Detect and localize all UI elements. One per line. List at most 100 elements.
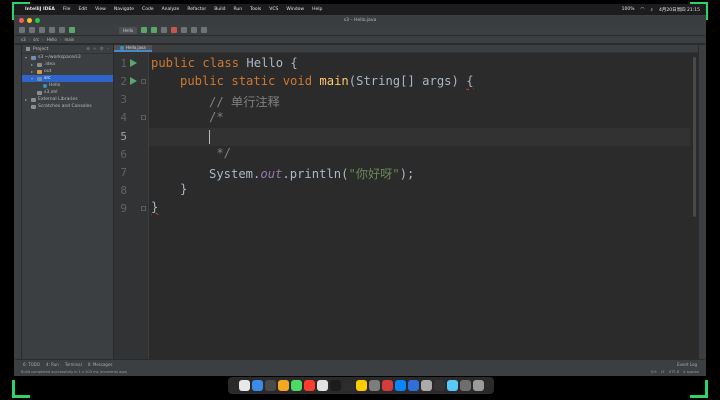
tree-item[interactable]: Scratches and Consoles (22, 103, 113, 110)
todo-tool-button[interactable]: 6: TODO (23, 362, 40, 367)
dock-app-icon[interactable] (446, 380, 458, 391)
menu-view[interactable]: View (95, 7, 106, 12)
run-main-icon[interactable] (130, 77, 137, 85)
save-icon[interactable] (29, 27, 35, 33)
terminal-tool-button[interactable]: Terminal (65, 362, 82, 367)
dock-app-icon[interactable] (368, 380, 380, 391)
menu-bar: IntelliJ IDEA File Edit View Navigate Co… (14, 4, 706, 15)
tab-hello-java[interactable]: Hello.java (114, 45, 152, 52)
structure-icon[interactable] (191, 27, 198, 33)
tree-item[interactable]: ▸ .idea (22, 61, 113, 68)
menu-build[interactable]: Build (214, 7, 225, 12)
clock[interactable]: 4月20日周四 21:15 (659, 7, 700, 13)
dock-app-icon[interactable] (329, 380, 341, 391)
chevron-icon[interactable]: ▾ (25, 55, 29, 60)
chevron-icon[interactable]: ▸ (31, 69, 35, 74)
tree-item[interactable]: ▸ External Libraries (22, 96, 113, 103)
breadcrumb-project[interactable]: s3 (21, 37, 26, 42)
menu-refactor[interactable]: Refactor (187, 7, 206, 12)
code-area[interactable]: 1 2 3 4 5 6 7 8 9 public class Hello { p… (114, 53, 698, 359)
dock-app-icon[interactable] (290, 380, 302, 391)
folder-icon (31, 97, 36, 102)
menu-navigate[interactable]: Navigate (114, 7, 134, 12)
menu-analyze[interactable]: Analyze (162, 7, 180, 12)
tree-item[interactable]: Hello (22, 82, 113, 89)
run-config-select[interactable]: Hello (119, 26, 138, 34)
coverage-icon[interactable] (161, 27, 168, 33)
back-icon[interactable] (49, 27, 55, 33)
menu-code[interactable]: Code (142, 7, 154, 12)
messages-tool-button[interactable]: 0: Messages (88, 362, 113, 367)
project-panel-title[interactable]: Project (33, 47, 48, 52)
dock-app-icon[interactable] (472, 380, 484, 391)
file-encoding[interactable]: UTF-8 (669, 370, 679, 374)
tree-item[interactable]: ▸ out (22, 68, 113, 75)
dock-app-icon[interactable] (381, 380, 393, 391)
chevron-icon[interactable]: ▾ (31, 76, 35, 81)
refresh-icon[interactable] (39, 27, 45, 33)
tree-item[interactable]: ▾ src (22, 75, 113, 82)
locate-icon[interactable]: ⊕ (86, 47, 90, 52)
search-everywhere-icon[interactable] (201, 27, 208, 33)
fold-icon[interactable] (141, 115, 146, 120)
event-log-button[interactable]: Event Log (677, 362, 697, 367)
breadcrumb-src[interactable]: src (33, 37, 39, 42)
dock-app-icon[interactable] (264, 380, 276, 391)
fold-icon[interactable] (141, 79, 146, 84)
dock-app-icon[interactable] (420, 380, 432, 391)
dock-app-icon[interactable] (277, 380, 289, 391)
forward-icon[interactable] (59, 27, 65, 33)
tree-item-label: out (44, 69, 52, 74)
tree-item[interactable]: ▾ s3 ~/workspace/s3 (22, 54, 113, 61)
fold-icon[interactable] (141, 206, 146, 211)
battery-status[interactable]: 100% (622, 7, 635, 12)
file-icon (37, 90, 42, 95)
dock-app-icon[interactable] (238, 380, 250, 391)
breadcrumb-class[interactable]: Hello (47, 37, 57, 42)
folder-icon (31, 104, 36, 109)
project-panel: Project ⊕ ÷ ⚙ – ▾ s3 ~/workspace/s3 ▸ .idea… (22, 45, 114, 359)
collapse-icon[interactable]: ÷ (93, 47, 97, 52)
wifi-icon[interactable]: ◠ (641, 7, 645, 12)
dock-app-icon[interactable] (407, 380, 419, 391)
settings-icon[interactable] (181, 27, 188, 33)
dock-app-icon[interactable] (459, 380, 471, 391)
right-tool-strip[interactable] (698, 45, 705, 359)
stop-icon[interactable] (171, 27, 178, 33)
menu-edit[interactable]: Edit (78, 7, 87, 12)
menu-vcs[interactable]: VCS (269, 7, 278, 12)
caret-position[interactable]: 5:9 (651, 370, 657, 374)
left-tool-strip[interactable] (15, 45, 22, 359)
indent-setting[interactable]: 4 spaces (683, 370, 699, 374)
java-class-icon (43, 83, 47, 88)
dock-app-icon[interactable] (433, 380, 445, 391)
run-tool-button[interactable]: 4: Run (46, 362, 59, 367)
tree-item[interactable]: s3.iml (22, 89, 113, 96)
search-icon[interactable]: ⌕ (650, 7, 653, 13)
run-class-icon[interactable] (130, 59, 137, 67)
dock-app-icon[interactable] (303, 380, 315, 391)
hide-icon[interactable]: – (107, 47, 109, 52)
menu-window[interactable]: Window (286, 7, 304, 12)
chevron-icon[interactable]: ▸ (25, 97, 29, 102)
chevron-icon[interactable]: ▸ (31, 62, 35, 67)
open-folder-icon[interactable] (19, 27, 25, 33)
editor-scrollbar[interactable] (693, 57, 696, 217)
run-icon[interactable] (141, 27, 148, 33)
dock-app-icon[interactable] (251, 380, 263, 391)
debug-icon[interactable] (151, 27, 158, 33)
menu-file[interactable]: File (63, 7, 71, 12)
build-icon[interactable] (69, 27, 75, 33)
line-separator[interactable]: LF (661, 370, 665, 374)
dock-app-icon[interactable] (342, 380, 354, 391)
menu-help[interactable]: Help (312, 7, 322, 12)
gear-icon[interactable]: ⚙ (100, 47, 104, 52)
menu-tools[interactable]: Tools (250, 7, 261, 12)
dock-app-icon[interactable] (355, 380, 367, 391)
menu-app-name[interactable]: IntelliJ IDEA (25, 7, 55, 12)
menu-run[interactable]: Run (234, 7, 243, 12)
dock-app-icon[interactable] (316, 380, 328, 391)
breadcrumb-method[interactable]: main (64, 37, 74, 42)
dock-app-icon[interactable] (394, 380, 406, 391)
tree-item-label: Scratches and Consoles (38, 104, 92, 109)
